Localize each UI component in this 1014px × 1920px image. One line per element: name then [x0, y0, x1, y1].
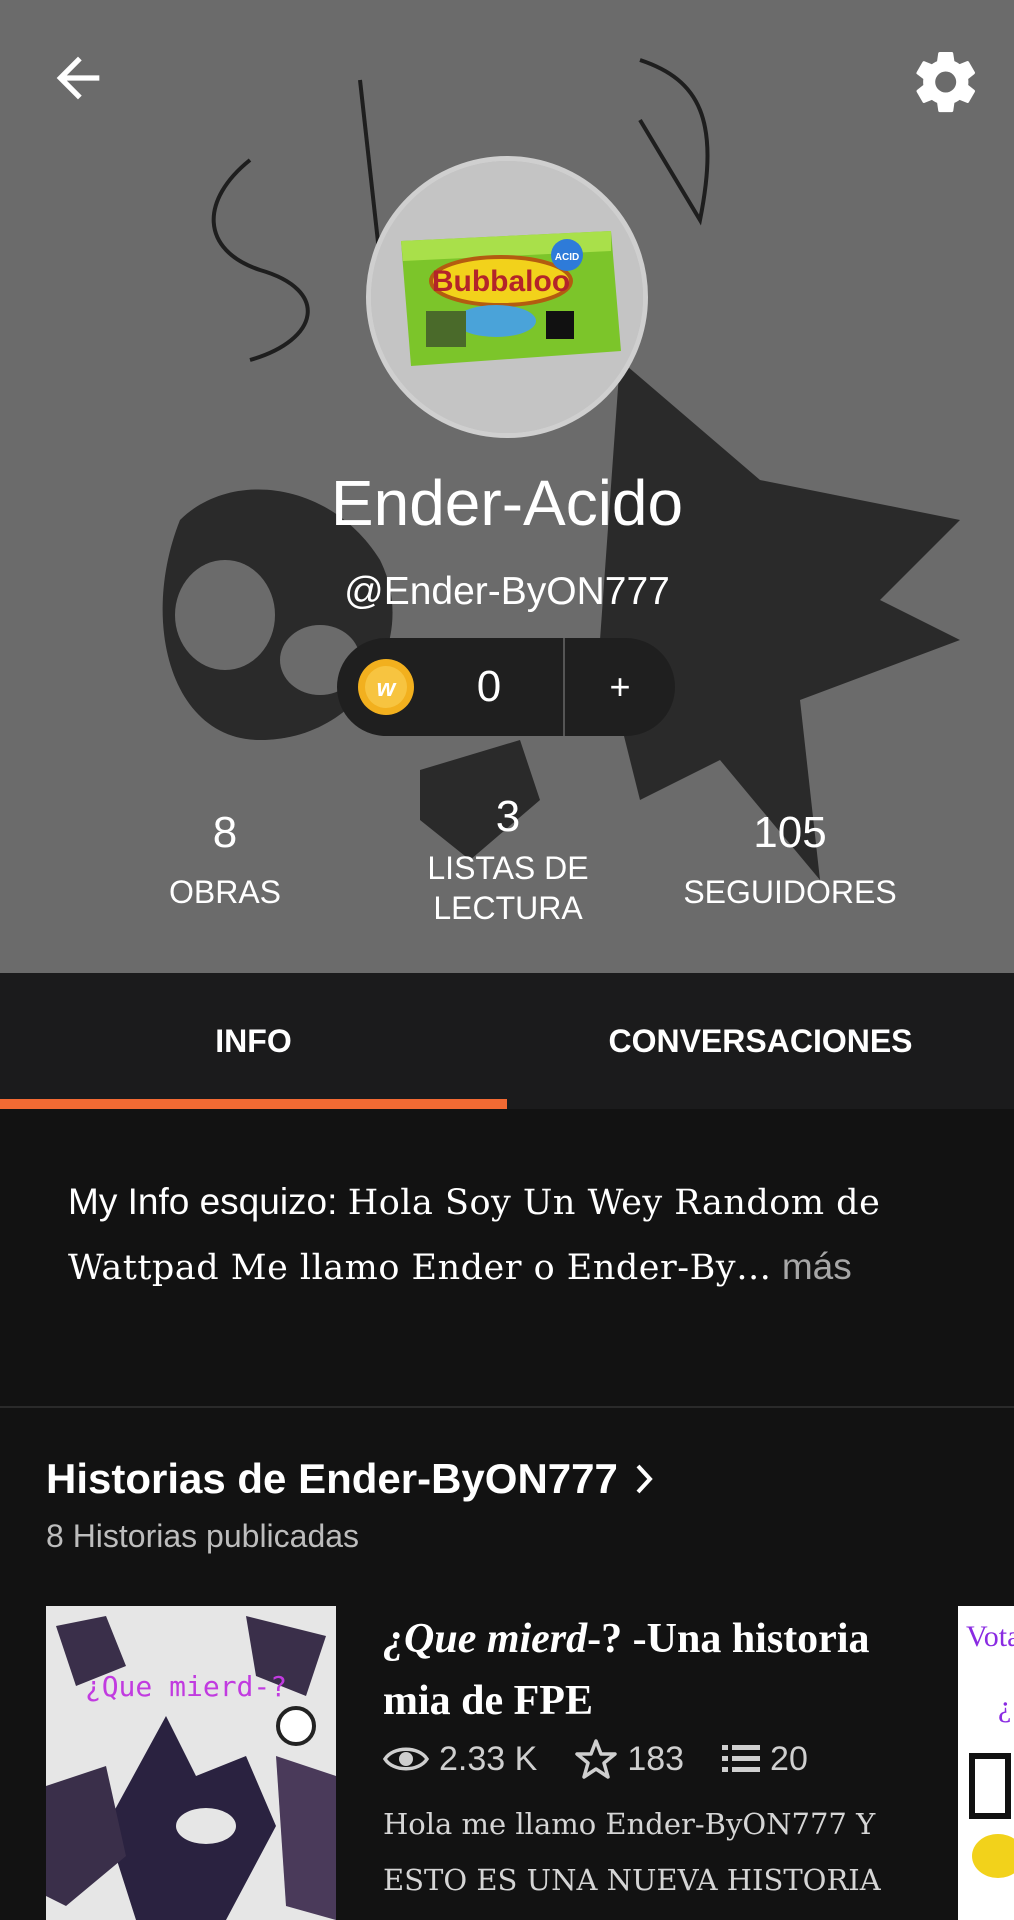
list-icon — [722, 1745, 761, 1772]
stat-reading-lists-label: LISTAS DE LECTURA — [427, 850, 589, 926]
story-cover-image: ¿Que mierd-? — [46, 1606, 336, 1920]
story-views: 2.33 K — [383, 1740, 537, 1779]
stat-followers[interactable]: 105 SEGUIDORES — [670, 808, 910, 912]
stories-count: 8 Historias publicadas — [46, 1518, 360, 1554]
story-description: Hola me llamo Ender-ByON777 Y ESTO ES UN… — [383, 1807, 881, 1897]
chevron-right-icon — [636, 1464, 653, 1494]
avatar-image: Bubbaloo ACID — [371, 161, 643, 433]
story-votes-count: 183 — [627, 1739, 685, 1778]
stat-reading-lists[interactable]: 3 LISTAS DE LECTURA — [410, 792, 606, 928]
story-title[interactable]: ¿Que mierd-? -Una historia mia de FPE — [383, 1608, 943, 1732]
next-story-cover[interactable]: Vota ¿ — [958, 1606, 1014, 1920]
tab-info[interactable]: INFO — [0, 973, 507, 1109]
story-parts-count: 20 — [770, 1739, 808, 1778]
svg-text:Vota: Vota — [966, 1620, 1014, 1653]
svg-text:¿: ¿ — [998, 1690, 1011, 1723]
stat-followers-label: SEGUIDORES — [683, 874, 897, 910]
avatar[interactable]: Bubbaloo ACID — [366, 156, 648, 438]
profile-header: Bubbaloo ACID Ender-Acido @Ender-ByON777… — [0, 0, 1014, 973]
next-story-cover-image: Vota ¿ — [958, 1606, 1014, 1920]
stat-works[interactable]: 8 OBRAS — [130, 808, 320, 912]
story-cover[interactable]: ¿Que mierd-? — [46, 1606, 336, 1920]
story-title-italic: ¿Que mierd — [383, 1616, 588, 1662]
description-prefix: My Info esquizo: — [68, 1181, 348, 1222]
coin-count: 0 — [476, 662, 502, 711]
stat-reading-lists-value: 3 — [495, 792, 521, 841]
display-name: Ender-Acido — [330, 467, 684, 539]
coins-widget: w 0 + — [337, 638, 675, 736]
profile-tabs: INFO CONVERSACIONES — [0, 973, 1014, 1109]
svg-text:¿Que mierd-?: ¿Que mierd-? — [85, 1670, 287, 1703]
stories-section-header[interactable]: Historias de Ender-ByON777 — [46, 1455, 656, 1503]
tab-conversations[interactable]: CONVERSACIONES — [507, 973, 1014, 1109]
section-divider — [0, 1406, 1014, 1408]
read-more-link[interactable]: más — [772, 1246, 852, 1287]
profile-description[interactable]: My Info esquizo: Hola Soy Un Wey Random … — [68, 1170, 948, 1300]
story-votes: 183 — [575, 1738, 684, 1780]
stat-followers-value: 105 — [753, 808, 827, 857]
coin-icon: w — [358, 659, 414, 715]
stat-works-value: 8 — [212, 808, 238, 857]
svg-text:Bubbaloo: Bubbaloo — [432, 265, 570, 298]
username: @Ender-ByON777 — [344, 570, 670, 613]
add-coins-button[interactable]: + — [565, 666, 675, 708]
stat-works-label: OBRAS — [168, 874, 282, 910]
svg-text:w: w — [377, 675, 397, 702]
story-stats: 2.33 K 183 20 — [383, 1738, 808, 1780]
story-views-count: 2.33 K — [439, 1739, 538, 1778]
story-parts: 20 — [722, 1740, 808, 1779]
svg-text:ACID: ACID — [555, 252, 579, 263]
stories-section-title: Historias de Ender-ByON777 — [46, 1455, 618, 1502]
eye-icon — [383, 1747, 429, 1771]
gear-icon[interactable] — [910, 46, 982, 118]
star-icon — [575, 1739, 618, 1779]
back-arrow-icon[interactable] — [46, 46, 110, 110]
